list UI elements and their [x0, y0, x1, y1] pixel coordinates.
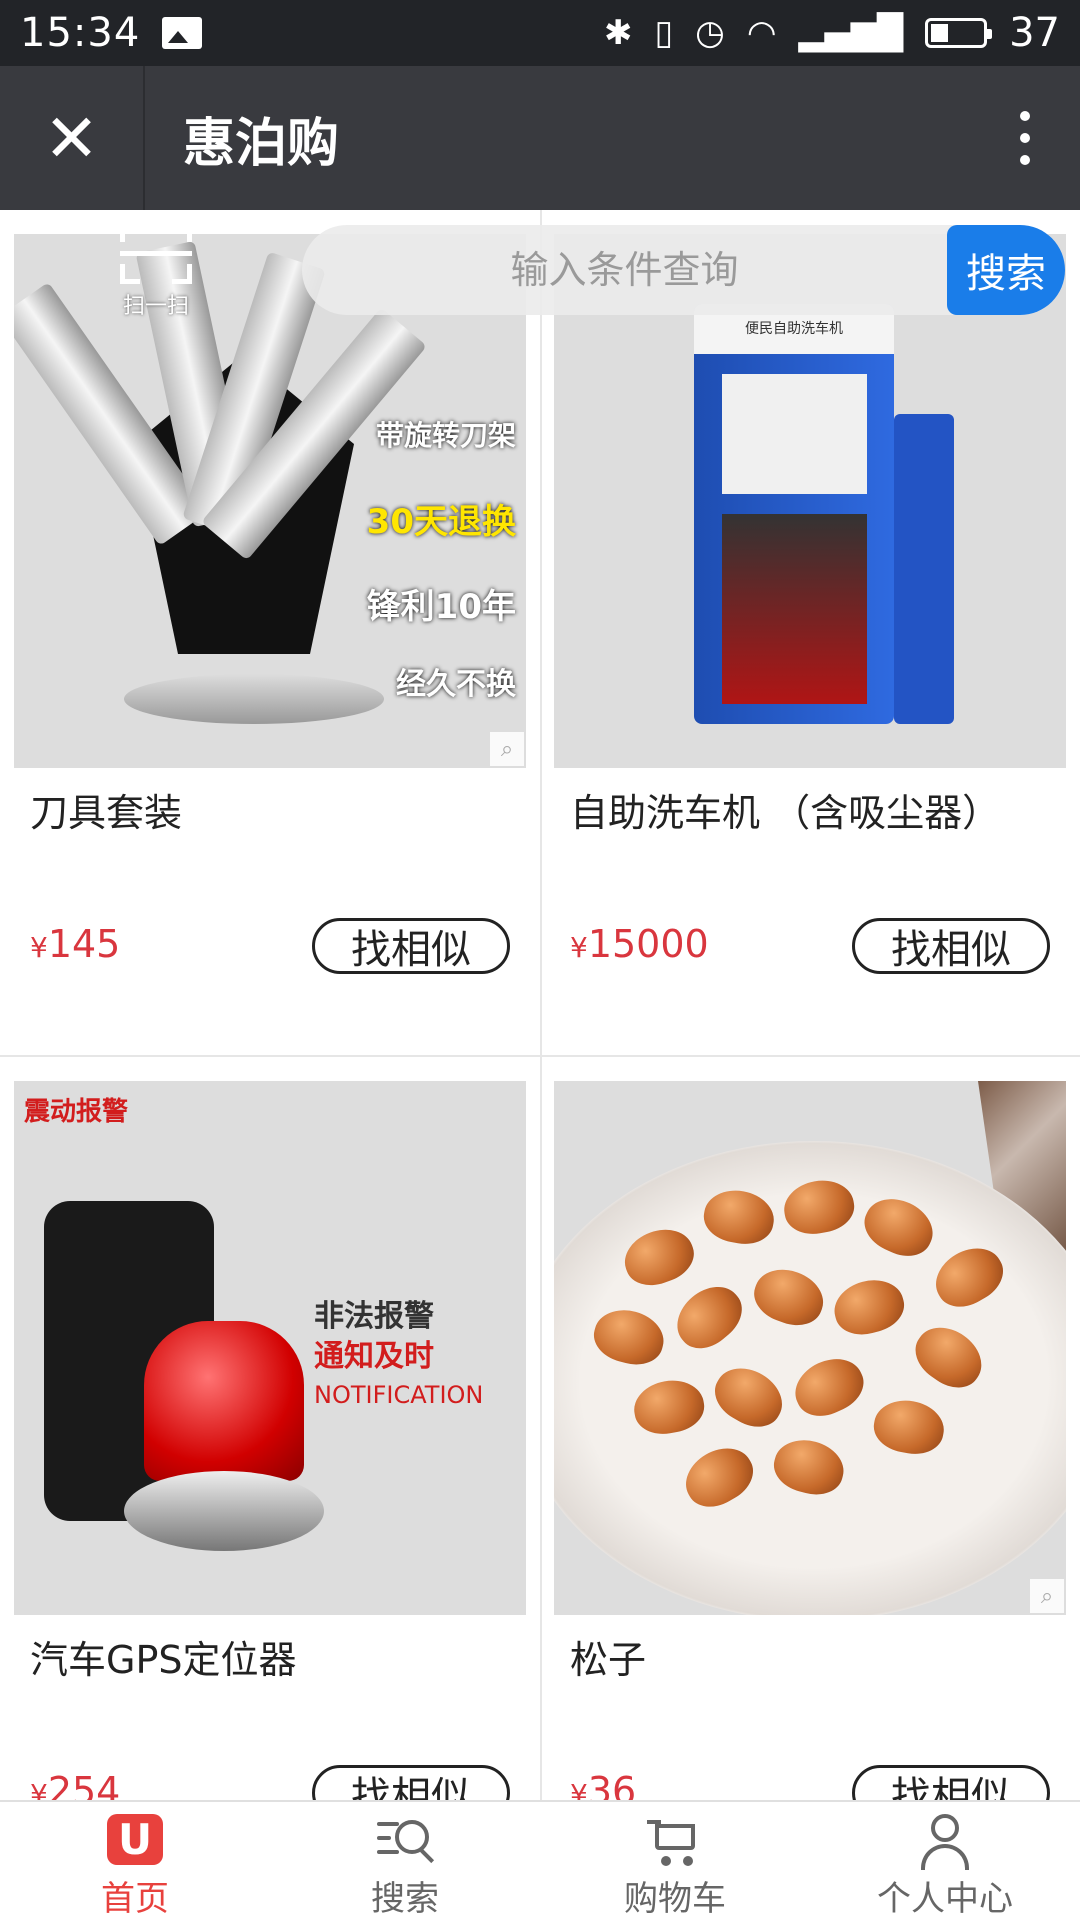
wifi-icon: ◠	[746, 13, 777, 53]
title-bar: ✕ 惠泊购	[0, 66, 1080, 210]
image-text: 经久不换	[396, 667, 516, 702]
tab-search[interactable]: 搜索	[270, 1802, 540, 1920]
product-image[interactable]: ⌕	[554, 1081, 1066, 1615]
battery-level: 37	[1009, 10, 1060, 56]
find-similar-button[interactable]: 找相似	[852, 918, 1050, 974]
close-icon: ✕	[43, 99, 100, 177]
price-value: 15000	[587, 922, 709, 966]
more-menu-button[interactable]	[970, 66, 1080, 210]
product-name[interactable]: 刀具套装	[30, 782, 182, 837]
battery-icon	[925, 18, 993, 48]
alarm-icon: ◷	[695, 13, 725, 53]
tab-label: 首页	[101, 1879, 169, 1919]
find-similar-button[interactable]: 找相似	[852, 1765, 1050, 1800]
bottom-tab-bar: U 首页 搜索 购物车 个人中心	[0, 1800, 1080, 1920]
search-button[interactable]: 搜索	[947, 225, 1065, 315]
image-text: 震动报警	[24, 1097, 129, 1127]
tab-home[interactable]: U 首页	[0, 1802, 270, 1920]
tab-profile[interactable]: 个人中心	[810, 1802, 1080, 1920]
product-grid: 带旋转刀架 30天退换 锋利10年 经久不换 ⌕ 刀具套装 ¥145 找相似 便…	[0, 210, 1080, 1800]
signal-4g-icon: ▂▄▆█	[798, 13, 904, 53]
product-price: ¥15000	[570, 922, 709, 966]
price-value: 36	[587, 1769, 637, 1800]
search-icon	[377, 1814, 435, 1865]
machine-panel-shape	[722, 374, 867, 494]
image-text: 带旋转刀架	[375, 419, 516, 452]
image-text: NOTIFICATION	[314, 1381, 484, 1409]
status-icons: ✱ ▯ ◷ ◠ ▂▄▆█ 37	[604, 10, 1060, 56]
close-button[interactable]: ✕	[0, 66, 145, 210]
home-icon: U	[107, 1814, 163, 1865]
product-price: ¥254	[30, 1769, 120, 1800]
image-text: 通知及时	[314, 1339, 434, 1374]
status-bar: 15:34 ✱ ▯ ◷ ◠ ▂▄▆█ 37	[0, 0, 1080, 66]
currency-symbol: ¥	[570, 1778, 588, 1800]
machine-poster-shape	[722, 514, 867, 704]
currency-symbol: ¥	[570, 931, 588, 964]
tab-cart[interactable]: 购物车	[540, 1802, 810, 1920]
alarm-light-base-shape	[124, 1471, 324, 1551]
alarm-light-shape	[144, 1321, 304, 1481]
bluetooth-icon: ✱	[603, 13, 633, 53]
page-title: 惠泊购	[183, 113, 340, 174]
more-dot-icon	[1020, 155, 1030, 165]
image-text: 锋利10年	[366, 587, 516, 627]
scan-label: 扫一扫	[122, 294, 189, 319]
tab-label: 搜索	[371, 1879, 439, 1919]
product-card[interactable]: 震动报警 非法报警 通知及时 NOTIFICATION 汽车GPS定位器 ¥25…	[0, 1057, 540, 1800]
image-text: 30天退换	[366, 502, 516, 542]
image-text: 非法报警	[314, 1299, 434, 1334]
zoom-icon[interactable]: ⌕	[1030, 1579, 1064, 1613]
scan-button[interactable]: 扫一扫	[96, 218, 216, 319]
product-card[interactable]: ⌕ 松子 ¥36 找相似	[540, 1057, 1080, 1800]
product-name[interactable]: 汽车GPS定位器	[30, 1629, 296, 1684]
zoom-icon[interactable]: ⌕	[490, 732, 524, 766]
scan-icon	[120, 222, 192, 284]
product-name[interactable]: 自助洗车机 （含吸尘器）	[570, 782, 1000, 837]
currency-symbol: ¥	[30, 931, 48, 964]
product-price: ¥36	[570, 1769, 636, 1800]
vacuum-shape	[894, 414, 954, 724]
tab-label: 个人中心	[877, 1879, 1013, 1919]
product-image[interactable]: 震动报警 非法报警 通知及时 NOTIFICATION	[14, 1081, 526, 1615]
more-dot-icon	[1020, 111, 1030, 121]
more-dot-icon	[1020, 133, 1030, 143]
price-value: 145	[47, 922, 121, 966]
product-card[interactable]: 便民自助洗车机 自助洗车机 （含吸尘器） ¥15000 找相似	[540, 210, 1080, 1055]
price-value: 254	[47, 1769, 121, 1800]
currency-symbol: ¥	[30, 1778, 48, 1800]
user-icon	[917, 1814, 973, 1870]
cart-icon	[647, 1814, 703, 1866]
tab-label: 购物车	[624, 1879, 726, 1919]
knife-base-shape	[124, 674, 384, 724]
image-icon	[162, 17, 203, 49]
status-time: 15:34	[20, 10, 141, 56]
search-bar: 搜索	[302, 225, 1065, 315]
find-similar-button[interactable]: 找相似	[312, 1765, 510, 1800]
product-price: ¥145	[30, 922, 120, 966]
find-similar-button[interactable]: 找相似	[312, 918, 510, 974]
search-input[interactable]	[302, 225, 947, 315]
vibrate-icon: ▯	[654, 13, 674, 53]
product-name[interactable]: 松子	[570, 1629, 646, 1684]
product-card[interactable]: 带旋转刀架 30天退换 锋利10年 经久不换 ⌕ 刀具套装 ¥145 找相似	[0, 210, 540, 1055]
